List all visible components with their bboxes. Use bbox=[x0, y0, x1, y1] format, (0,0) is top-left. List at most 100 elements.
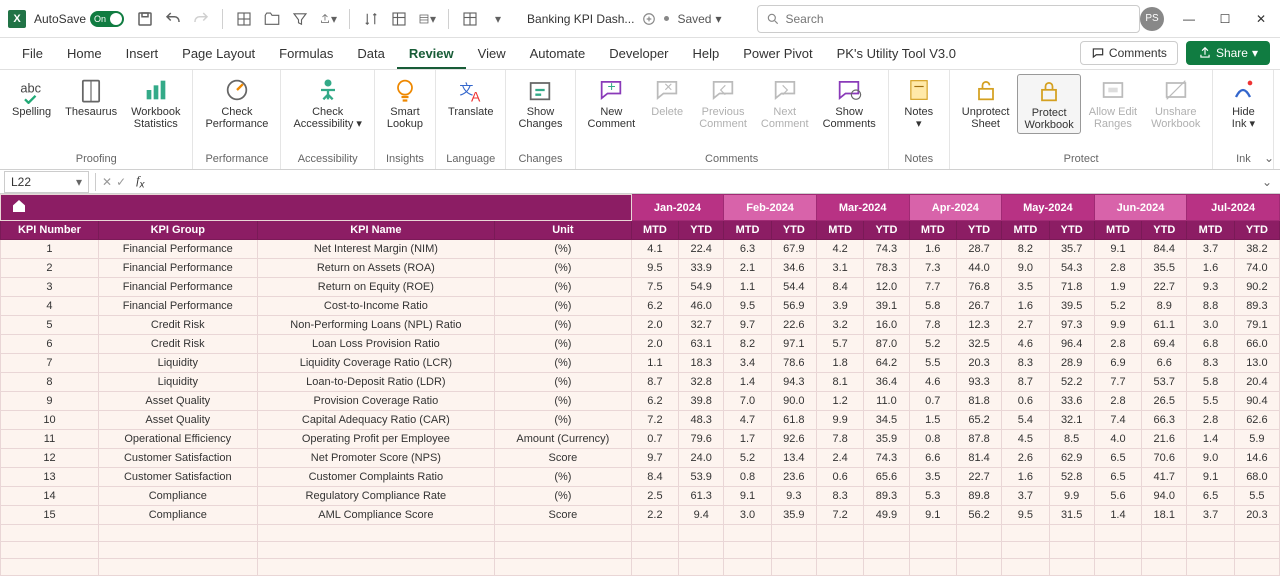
data-cell[interactable]: 12.3 bbox=[956, 316, 1001, 335]
data-cell[interactable]: 65.6 bbox=[864, 468, 909, 487]
data-cell[interactable]: 3.0 bbox=[724, 506, 771, 525]
data-cell[interactable]: 94.3 bbox=[771, 373, 816, 392]
data-cell[interactable]: 46.0 bbox=[679, 297, 724, 316]
kpi-name-cell[interactable]: Provision Coverage Ratio bbox=[257, 392, 494, 411]
kpi-name-cell[interactable]: AML Compliance Score bbox=[257, 506, 494, 525]
qat-share-icon[interactable]: ▾ bbox=[319, 10, 337, 28]
kpi-number-cell[interactable]: 10 bbox=[1, 411, 99, 430]
data-cell[interactable]: 2.0 bbox=[631, 335, 678, 354]
kpi-number-cell[interactable]: 1 bbox=[1, 240, 99, 259]
data-cell[interactable]: 53.9 bbox=[679, 468, 724, 487]
ribbon-workbook-button[interactable]: WorkbookStatistics bbox=[125, 74, 186, 132]
data-cell[interactable]: 93.3 bbox=[956, 373, 1001, 392]
kpi-number-cell[interactable]: 15 bbox=[1, 506, 99, 525]
data-cell[interactable]: 18.3 bbox=[679, 354, 724, 373]
kpi-unit-cell[interactable]: Amount (Currency) bbox=[495, 430, 632, 449]
kpi-number-cell[interactable]: 2 bbox=[1, 259, 99, 278]
data-cell[interactable]: 6.5 bbox=[1094, 449, 1141, 468]
data-cell[interactable]: 22.6 bbox=[771, 316, 816, 335]
data-cell[interactable]: 3.5 bbox=[909, 468, 956, 487]
data-cell[interactable]: 52.8 bbox=[1049, 468, 1094, 487]
data-cell[interactable]: 9.9 bbox=[816, 411, 863, 430]
sub-header[interactable]: YTD bbox=[864, 221, 909, 240]
kpi-number-cell[interactable]: 5 bbox=[1, 316, 99, 335]
kpi-group-cell[interactable]: Compliance bbox=[98, 506, 257, 525]
ribbon-spelling-button[interactable]: abcSpelling bbox=[6, 74, 57, 120]
comments-button[interactable]: Comments bbox=[1080, 41, 1178, 65]
data-cell[interactable]: 8.4 bbox=[816, 278, 863, 297]
data-cell[interactable]: 35.9 bbox=[864, 430, 909, 449]
data-cell[interactable]: 48.3 bbox=[679, 411, 724, 430]
sub-header[interactable]: MTD bbox=[724, 221, 771, 240]
tab-power-pivot[interactable]: Power Pivot bbox=[731, 40, 824, 69]
data-cell[interactable]: 8.2 bbox=[1002, 240, 1049, 259]
kpi-unit-cell[interactable]: (%) bbox=[495, 259, 632, 278]
save-icon[interactable] bbox=[136, 10, 154, 28]
data-cell[interactable]: 4.2 bbox=[816, 240, 863, 259]
data-cell[interactable]: 97.1 bbox=[771, 335, 816, 354]
data-cell[interactable]: 65.2 bbox=[956, 411, 1001, 430]
data-cell[interactable]: 70.6 bbox=[1142, 449, 1187, 468]
tab-formulas[interactable]: Formulas bbox=[267, 40, 345, 69]
data-cell[interactable]: 5.3 bbox=[909, 487, 956, 506]
data-cell[interactable]: 56.2 bbox=[956, 506, 1001, 525]
data-cell[interactable]: 3.1 bbox=[816, 259, 863, 278]
kpi-name-cell[interactable]: Liquidity Coverage Ratio (LCR) bbox=[257, 354, 494, 373]
namebox-dropdown-icon[interactable]: ▾ bbox=[76, 175, 82, 189]
data-cell[interactable]: 78.6 bbox=[771, 354, 816, 373]
kpi-group-cell[interactable]: Financial Performance bbox=[98, 240, 257, 259]
user-avatar[interactable]: PS bbox=[1140, 7, 1164, 31]
table-row[interactable]: 15ComplianceAML Compliance ScoreScore2.2… bbox=[1, 506, 1280, 525]
data-cell[interactable]: 6.5 bbox=[1094, 468, 1141, 487]
data-cell[interactable]: 7.5 bbox=[631, 278, 678, 297]
ribbon-translate-button[interactable]: 文ATranslate bbox=[442, 74, 499, 120]
data-cell[interactable]: 9.0 bbox=[1002, 259, 1049, 278]
data-cell[interactable]: 9.1 bbox=[909, 506, 956, 525]
data-cell[interactable]: 3.5 bbox=[1002, 278, 1049, 297]
tab-page-layout[interactable]: Page Layout bbox=[170, 40, 267, 69]
data-cell[interactable]: 8.3 bbox=[1002, 354, 1049, 373]
data-cell[interactable]: 74.3 bbox=[864, 449, 909, 468]
kpi-name-cell[interactable]: Net Interest Margin (NIM) bbox=[257, 240, 494, 259]
data-cell[interactable]: 5.5 bbox=[1187, 392, 1234, 411]
data-cell[interactable]: 1.2 bbox=[816, 392, 863, 411]
data-cell[interactable]: 3.4 bbox=[724, 354, 771, 373]
data-cell[interactable]: 34.6 bbox=[771, 259, 816, 278]
data-cell[interactable]: 0.7 bbox=[909, 392, 956, 411]
table-row[interactable]: 6Credit RiskLoan Loss Provision Ratio(%)… bbox=[1, 335, 1280, 354]
column-header[interactable]: Unit bbox=[495, 221, 632, 240]
data-cell[interactable]: 16.0 bbox=[864, 316, 909, 335]
data-cell[interactable]: 20.3 bbox=[956, 354, 1001, 373]
data-cell[interactable]: 2.0 bbox=[631, 316, 678, 335]
data-cell[interactable]: 49.9 bbox=[864, 506, 909, 525]
close-icon[interactable]: ✕ bbox=[1250, 8, 1272, 30]
data-cell[interactable]: 61.1 bbox=[1142, 316, 1187, 335]
data-cell[interactable]: 9.7 bbox=[724, 316, 771, 335]
table-row[interactable]: 5Credit RiskNon-Performing Loans (NPL) R… bbox=[1, 316, 1280, 335]
data-cell[interactable]: 1.4 bbox=[724, 373, 771, 392]
data-cell[interactable]: 2.8 bbox=[1094, 259, 1141, 278]
filename-area[interactable]: Banking KPI Dash... Saved ▾ bbox=[527, 12, 721, 26]
data-cell[interactable]: 90.2 bbox=[1234, 278, 1279, 297]
data-cell[interactable]: 8.8 bbox=[1187, 297, 1234, 316]
data-cell[interactable]: 9.5 bbox=[1002, 506, 1049, 525]
data-cell[interactable]: 89.8 bbox=[956, 487, 1001, 506]
data-cell[interactable]: 1.6 bbox=[1002, 468, 1049, 487]
data-cell[interactable]: 90.0 bbox=[771, 392, 816, 411]
data-cell[interactable]: 53.7 bbox=[1142, 373, 1187, 392]
data-cell[interactable]: 2.8 bbox=[1187, 411, 1234, 430]
kpi-number-cell[interactable]: 6 bbox=[1, 335, 99, 354]
table-row[interactable]: 12Customer SatisfactionNet Promoter Scor… bbox=[1, 449, 1280, 468]
data-cell[interactable]: 9.0 bbox=[1187, 449, 1234, 468]
data-cell[interactable]: 1.9 bbox=[1094, 278, 1141, 297]
kpi-name-cell[interactable]: Loan Loss Provision Ratio bbox=[257, 335, 494, 354]
data-cell[interactable]: 1.6 bbox=[1002, 297, 1049, 316]
data-cell[interactable]: 5.7 bbox=[816, 335, 863, 354]
kpi-unit-cell[interactable]: (%) bbox=[495, 487, 632, 506]
data-cell[interactable]: 32.1 bbox=[1049, 411, 1094, 430]
data-cell[interactable]: 71.8 bbox=[1049, 278, 1094, 297]
sub-header[interactable]: YTD bbox=[1049, 221, 1094, 240]
kpi-unit-cell[interactable]: Score bbox=[495, 449, 632, 468]
data-cell[interactable]: 1.4 bbox=[1187, 430, 1234, 449]
data-cell[interactable]: 94.0 bbox=[1142, 487, 1187, 506]
